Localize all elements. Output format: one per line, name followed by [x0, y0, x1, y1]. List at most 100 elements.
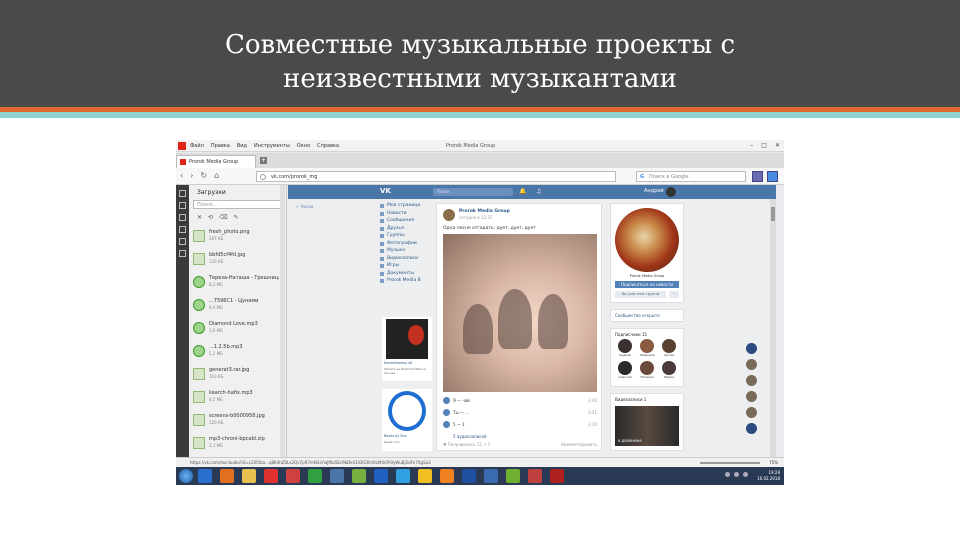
volume-icon[interactable]: [734, 472, 739, 477]
ad-block-2[interactable]: Beats by Dre beats.com: [382, 389, 432, 451]
zoom-slider[interactable]: [700, 462, 760, 464]
download-item[interactable]: bbfd5cf4fd.jpg 126 КБ: [193, 249, 279, 272]
comment-button[interactable]: Комментировать: [561, 442, 597, 447]
speed-dial-icon[interactable]: [179, 190, 186, 197]
followers-title[interactable]: Подписчики 15: [611, 329, 683, 339]
bookmarks-icon[interactable]: [179, 214, 186, 221]
play-icon[interactable]: [443, 397, 450, 404]
video-icon[interactable]: [528, 469, 542, 483]
menu-view[interactable]: Вид: [237, 143, 247, 149]
download-item[interactable]: ...7596С1 - Цунами 9,4 МБ: [193, 295, 279, 318]
menu-edit[interactable]: Правка: [211, 143, 230, 149]
reload-icon[interactable]: ↻: [200, 172, 207, 180]
search-box[interactable]: G Поиск в Google: [636, 171, 746, 182]
music-icon[interactable]: ♫: [536, 188, 541, 195]
group-status[interactable]: Сообщество открыто: [611, 310, 683, 321]
tab-prorok[interactable]: Prorok Media Group: [176, 155, 256, 168]
download-item[interactable]: ...1.2.5b.mp3 5,2 МБ: [193, 341, 279, 364]
play-icon[interactable]: [443, 421, 450, 428]
avatar[interactable]: [746, 359, 757, 370]
minimize-button[interactable]: –: [750, 142, 753, 149]
group-cover[interactable]: [615, 208, 679, 272]
clear-icon[interactable]: ✕: [197, 214, 202, 221]
follower[interactable]: Наталья: [636, 361, 658, 383]
ie-icon[interactable]: [198, 469, 212, 483]
member-button[interactable]: Вы участник группы: [615, 291, 666, 298]
vk-menu-item[interactable]: Видеозаписи: [378, 256, 433, 264]
download-item[interactable]: fresh_photo.png 287 КБ: [193, 226, 279, 249]
maximize-button[interactable]: □: [761, 142, 767, 149]
page-scrollbar[interactable]: [770, 199, 776, 457]
audio-track[interactable]: Я — чай 3:43: [443, 396, 597, 405]
vk-menu-item[interactable]: Музыка: [378, 248, 433, 256]
network-icon[interactable]: [725, 472, 730, 477]
post-author[interactable]: Prorok Media Group: [459, 209, 510, 214]
avatar[interactable]: [746, 343, 757, 354]
audio-track[interactable]: 5 — 1 3:10: [443, 420, 597, 429]
avatar[interactable]: [746, 423, 757, 434]
acrobat-icon[interactable]: [550, 469, 564, 483]
audio-link[interactable]: 5 аудиозаписей: [453, 434, 487, 439]
undo-icon[interactable]: ⟲: [208, 214, 213, 221]
history-icon[interactable]: [179, 238, 186, 245]
download-icon[interactable]: [179, 202, 186, 209]
extensions-icon[interactable]: [179, 250, 186, 257]
vk-menu-item[interactable]: Prorok Media B: [378, 278, 433, 286]
vk-username[interactable]: Андрей: [644, 188, 664, 194]
avatar[interactable]: [746, 407, 757, 418]
download-item[interactable]: generat3.rar.jpg 163 КБ: [193, 364, 279, 387]
vk-menu-item[interactable]: Фотографии: [378, 241, 433, 249]
vk-logo[interactable]: VK: [380, 187, 391, 195]
vk-menu-item[interactable]: Друзья: [378, 226, 433, 234]
vk-app-icon[interactable]: [484, 469, 498, 483]
opera-logo-icon[interactable]: [178, 142, 186, 150]
vk-menu-item[interactable]: Игры: [378, 263, 433, 271]
bell-icon[interactable]: 🔔: [519, 188, 526, 195]
notes-icon[interactable]: [179, 226, 186, 233]
forward-arrow-icon[interactable]: ›: [190, 172, 193, 180]
back-link[interactable]: ← Назад: [296, 204, 313, 209]
download-item[interactable]: mp3-chroni-bpcabl.zip 2,1 МБ: [193, 433, 279, 456]
edit-icon[interactable]: ✎: [234, 214, 239, 221]
menu-help[interactable]: Справка: [317, 143, 339, 149]
follower[interactable]: Андрей: [614, 339, 636, 361]
play-icon[interactable]: [443, 409, 450, 416]
ad-block[interactable]: Nevertheless All Записи на Diamond Stars…: [382, 317, 432, 381]
chrome-icon[interactable]: [308, 469, 322, 483]
audio-track[interactable]: Ты — ... 3:51: [443, 408, 597, 417]
vk-search-input[interactable]: Поиск: [433, 188, 513, 196]
vk-menu-item[interactable]: Новости: [378, 211, 433, 219]
more-button[interactable]: ···: [669, 291, 679, 298]
download-item[interactable]: screens-b0000958.jpg 120 КБ: [193, 410, 279, 433]
android-icon[interactable]: [352, 469, 366, 483]
follower[interactable]: Алексей: [614, 361, 636, 383]
menu-file[interactable]: Файл: [190, 143, 204, 149]
zoom-level[interactable]: 75%: [769, 460, 778, 465]
back-arrow-icon[interactable]: ‹: [180, 172, 183, 180]
menu-window[interactable]: Окно: [297, 143, 310, 149]
download-item[interactable]: Тереза-Наташа - Грешница 8,2 МБ: [193, 272, 279, 295]
extension-icon[interactable]: [752, 171, 763, 182]
home-icon[interactable]: ⌂: [214, 172, 219, 180]
yandex-browser-icon[interactable]: [418, 469, 432, 483]
vk-menu-item[interactable]: Моя страница: [378, 203, 433, 211]
scrollbar-thumb[interactable]: [771, 207, 775, 221]
avatar[interactable]: [746, 375, 757, 386]
download-item[interactable]: kearch-hafix.mp3 8,5 МБ: [193, 387, 279, 410]
start-button[interactable]: [179, 469, 193, 483]
new-tab-button[interactable]: +: [260, 157, 267, 164]
post-avatar[interactable]: [443, 209, 455, 221]
avatar[interactable]: [666, 187, 676, 197]
downloads-scrollbar[interactable]: [280, 185, 285, 457]
download-panel-icon[interactable]: [767, 171, 778, 182]
skype-icon[interactable]: [396, 469, 410, 483]
like-button[interactable]: ♥ Понравилось 12 ↗ 1: [443, 442, 490, 447]
yandex-icon[interactable]: [264, 469, 278, 483]
close-button[interactable]: ✕: [775, 142, 780, 149]
vk-menu-item[interactable]: Документы: [378, 271, 433, 279]
vk-menu-item[interactable]: Группы: [378, 233, 433, 241]
folder-icon[interactable]: [242, 469, 256, 483]
delete-icon[interactable]: ⌫: [219, 214, 227, 221]
videos-title[interactable]: Видеозаписи 1: [611, 394, 683, 404]
word-icon[interactable]: [462, 469, 476, 483]
